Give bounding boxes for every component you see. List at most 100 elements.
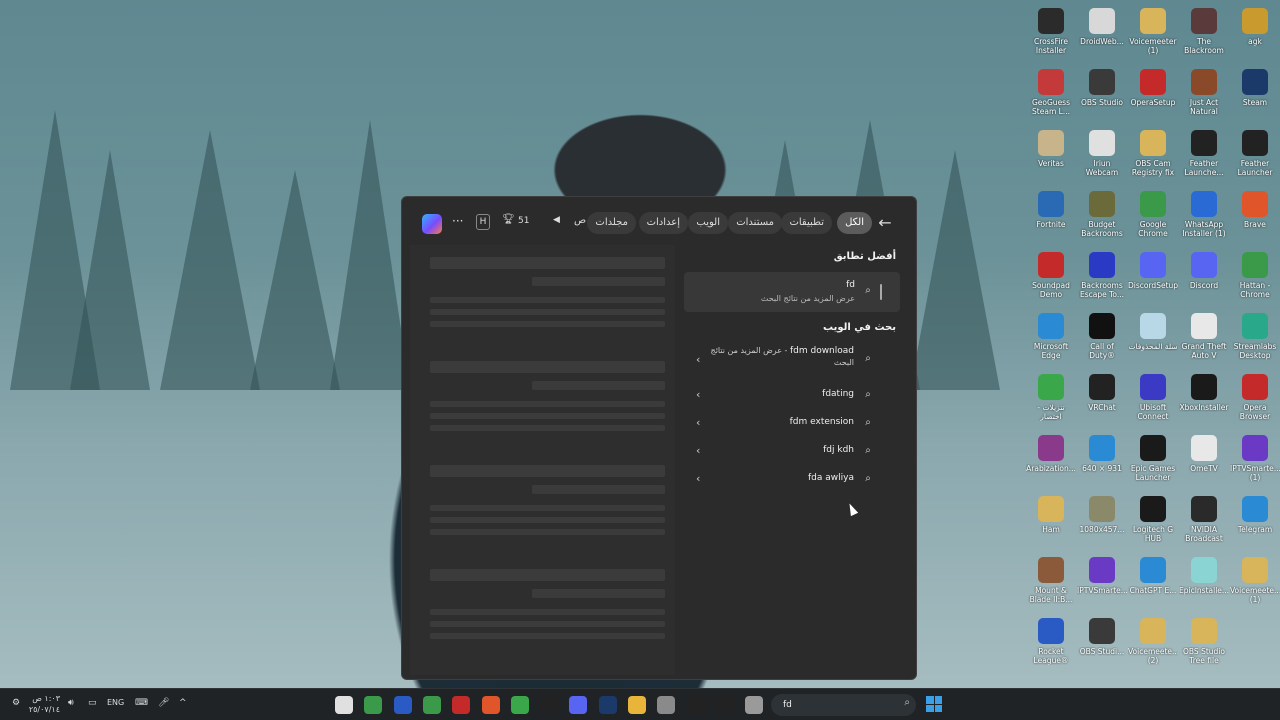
chevron-left-icon[interactable]: ‹: [696, 472, 700, 485]
desktop-icon[interactable]: Grand Theft Auto V: [1179, 311, 1229, 371]
taskbar-brave-icon[interactable]: [481, 696, 500, 714]
filter-all[interactable]: الكل: [837, 212, 872, 234]
start-windows-icon[interactable]: [926, 696, 942, 712]
desktop-icon[interactable]: OBS Studio: [1077, 67, 1127, 127]
taskbar-search-box[interactable]: ⌕: [771, 694, 916, 716]
chevron-left-icon[interactable]: ‹: [696, 388, 700, 401]
desktop-icon[interactable]: WhatsApp Installer (1): [1179, 189, 1229, 249]
desktop-icon[interactable]: OperaSetup: [1128, 67, 1178, 127]
filter-settings[interactable]: إعدادات: [638, 212, 688, 234]
desktop-icon[interactable]: تنزيلات - اختصار: [1026, 372, 1076, 432]
search-input[interactable]: [783, 697, 893, 713]
desktop-icon[interactable]: Streamlabs Desktop: [1230, 311, 1280, 371]
filter-web[interactable]: الويب: [688, 212, 728, 234]
desktop-icon[interactable]: Soundpad Demo: [1026, 250, 1076, 310]
web-suggestion[interactable]: ⌕ fda awliya ‹: [684, 467, 900, 491]
back-arrow-icon[interactable]: ←: [874, 213, 896, 233]
desktop-icon[interactable]: Google Chrome: [1128, 189, 1178, 249]
desktop-icon[interactable]: Veritas: [1026, 128, 1076, 188]
desktop-icon[interactable]: DroidWeb...: [1077, 6, 1127, 66]
desktop-icon[interactable]: NVIDIA Broadcast: [1179, 494, 1229, 554]
settings-icon[interactable]: ⚙: [12, 698, 20, 708]
desktop-icon[interactable]: Iriun Webcam: [1077, 128, 1127, 188]
desktop-icon[interactable]: Budget Backrooms: [1077, 189, 1127, 249]
filter-overflow[interactable]: ص: [574, 215, 586, 226]
chevron-left-icon[interactable]: ‹: [696, 353, 700, 366]
desktop-icon[interactable]: XboxInstaller: [1179, 372, 1229, 432]
web-suggestion[interactable]: ⌕ fdating ‹: [684, 383, 900, 407]
taskbar-steam-icon[interactable]: [598, 696, 617, 714]
desktop-icon[interactable]: IPTVSmarte...: [1077, 555, 1127, 615]
desktop-icon[interactable]: Feather Launche...: [1179, 128, 1229, 188]
desktop-icon[interactable]: OBS Studio Tree file: [1179, 616, 1229, 676]
desktop-icon[interactable]: Rocket League®: [1026, 616, 1076, 676]
desktop-icon[interactable]: Voicemeeter (1): [1128, 6, 1178, 66]
desktop-icon[interactable]: agk: [1230, 6, 1280, 66]
filter-folders[interactable]: مجلدات: [587, 212, 636, 234]
desktop-icon[interactable]: EpicInstalle...: [1179, 555, 1229, 615]
web-suggestion[interactable]: ⌕ fdm extension ‹: [684, 411, 900, 435]
desktop-icon[interactable]: سلة المحذوفات: [1128, 311, 1178, 371]
copilot-icon[interactable]: [422, 214, 442, 234]
desktop-icon[interactable]: Arabization...: [1026, 433, 1076, 493]
language-indicator[interactable]: ENG: [107, 698, 124, 707]
more-options-icon[interactable]: ···: [452, 214, 463, 228]
network-icon[interactable]: ▭: [88, 698, 97, 708]
desktop-icon[interactable]: OBS Studi...: [1077, 616, 1127, 676]
taskbar-player-icon[interactable]: [452, 696, 471, 714]
desktop-icon[interactable]: Voicemeete... (2): [1128, 616, 1178, 676]
desktop-icon[interactable]: Logitech G HUB: [1128, 494, 1178, 554]
desktop-icon[interactable]: The Blackroom: [1179, 6, 1229, 66]
desktop-icon[interactable]: IPTVSmarte... (1): [1230, 433, 1280, 493]
taskbar-xbox-icon[interactable]: [510, 696, 529, 714]
taskbar-chrome-icon[interactable]: [364, 696, 383, 714]
desktop-icon[interactable]: Epic Games Launcher: [1128, 433, 1178, 493]
taskbar-window-icon[interactable]: [745, 696, 764, 714]
rewards-trophy-icon[interactable]: 🏆︎: [502, 214, 515, 225]
desktop-icon[interactable]: CrossFire Installer: [1026, 6, 1076, 66]
desktop-icon[interactable]: Fortnite: [1026, 189, 1076, 249]
desktop-icon[interactable]: OmeTV: [1179, 433, 1229, 493]
filter-apps[interactable]: تطبيقات: [781, 212, 832, 234]
desktop-icon[interactable]: Ubisoft Connect: [1128, 372, 1178, 432]
desktop-icon[interactable]: Just Act Natural: [1179, 67, 1229, 127]
web-suggestion[interactable]: ⌕ fdm download - عرض المزيد من نتائج الب…: [684, 343, 900, 375]
taskbar-feather-icon[interactable]: [715, 696, 734, 714]
web-suggestion[interactable]: ⌕ fdj kdh ‹: [684, 439, 900, 463]
chevron-left-icon[interactable]: ‹: [696, 444, 700, 457]
desktop-icon[interactable]: Call of Duty®: [1077, 311, 1127, 371]
tray-overflow-icon[interactable]: ^: [179, 698, 187, 708]
desktop-icon[interactable]: ChatGPT E...: [1128, 555, 1178, 615]
desktop-icon[interactable]: GeoGuess Steam L...: [1026, 67, 1076, 127]
desktop-icon[interactable]: Discord: [1179, 250, 1229, 310]
taskbar-crossfire-icon[interactable]: [686, 696, 705, 714]
taskbar-epic-icon[interactable]: [540, 696, 559, 714]
best-match-item[interactable]: ⌕ fd عرض المزيد من نتائج البحث: [684, 272, 900, 312]
taskbar-discord-icon[interactable]: [569, 696, 588, 714]
chevron-left-icon[interactable]: ‹: [696, 416, 700, 429]
desktop-icon[interactable]: Brave: [1230, 189, 1280, 249]
keyboard-icon[interactable]: ⌨: [135, 698, 148, 708]
taskbar-app-1-icon[interactable]: [335, 696, 353, 714]
taskbar-chrome-2-icon[interactable]: [422, 696, 441, 714]
taskbar-store-icon[interactable]: [657, 696, 676, 714]
desktop-icon[interactable]: DiscordSetup: [1128, 250, 1178, 310]
profile-icon[interactable]: H: [476, 214, 490, 230]
clock[interactable]: ١:٠٣ ص ٢٥/٠٧/١٤: [24, 693, 60, 715]
desktop-icon[interactable]: Telegram: [1230, 494, 1280, 554]
desktop-icon[interactable]: Ham: [1026, 494, 1076, 554]
desktop-icon[interactable]: Feather Launcher: [1230, 128, 1280, 188]
desktop-icon[interactable]: Voicemeete... (1): [1230, 555, 1280, 615]
desktop-icon[interactable]: Microsoft Edge: [1026, 311, 1076, 371]
filter-documents[interactable]: مستندات: [728, 212, 782, 234]
desktop-icon[interactable]: Backrooms Escape To...: [1077, 250, 1127, 310]
scroll-filters-icon[interactable]: ◀: [553, 215, 560, 225]
desktop-icon[interactable]: OBS Cam Registry fix: [1128, 128, 1178, 188]
desktop-icon[interactable]: Steam: [1230, 67, 1280, 127]
desktop-icon[interactable]: Hattan - Chrome: [1230, 250, 1280, 310]
taskbar-security-icon[interactable]: [393, 696, 412, 714]
desktop-icon[interactable]: 1080x457...: [1077, 494, 1127, 554]
taskbar-explorer-icon[interactable]: [628, 696, 646, 714]
desktop-icon[interactable]: Opera Browser: [1230, 372, 1280, 432]
desktop-icon[interactable]: 640 × 931: [1077, 433, 1127, 493]
